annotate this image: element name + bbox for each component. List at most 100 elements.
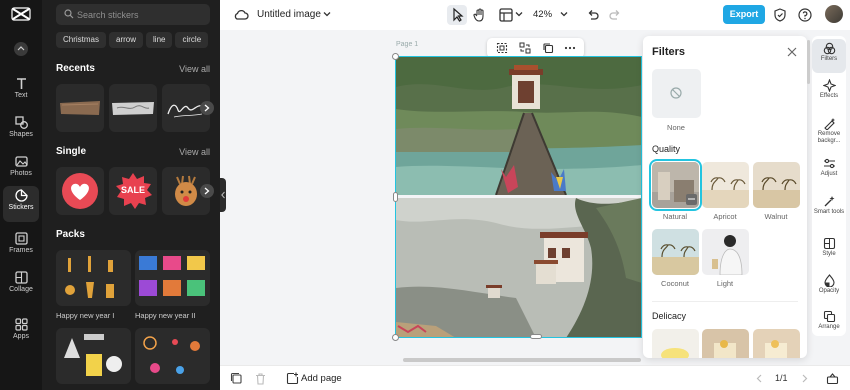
recents-next-button[interactable]: [200, 101, 214, 115]
search-box[interactable]: [56, 4, 210, 25]
avatar[interactable]: [825, 5, 843, 23]
export-button[interactable]: Export: [723, 5, 765, 24]
filters-icon: [823, 42, 835, 55]
filter-natural[interactable]: [649, 159, 702, 211]
filter-light[interactable]: [702, 229, 749, 275]
chevron-down-icon[interactable]: [514, 9, 530, 25]
filter-none[interactable]: [652, 69, 701, 118]
chip-line[interactable]: line: [146, 32, 173, 48]
tool-remove-background[interactable]: Remove backgr...: [812, 114, 846, 154]
tool-smart-tools[interactable]: Smart tools: [812, 192, 846, 232]
quality-title: Quality: [652, 144, 681, 154]
tool-label: Filters: [820, 56, 838, 62]
filter-label: Natural: [662, 212, 688, 221]
opacity-icon: [823, 274, 835, 287]
recents-view-all-link[interactable]: View all: [179, 64, 210, 74]
filter-coconut[interactable]: [652, 229, 699, 275]
bridge-photo[interactable]: [396, 57, 642, 195]
add-page-icon[interactable]: [286, 372, 299, 385]
more-options-icon[interactable]: [564, 42, 576, 54]
cloud-icon[interactable]: [233, 7, 249, 23]
tool-effects[interactable]: Effects: [812, 76, 846, 110]
monastery-photo[interactable]: [396, 198, 642, 338]
sticker-recent-2[interactable]: [109, 84, 157, 132]
tool-adjust[interactable]: Adjust: [812, 154, 846, 188]
undo-icon[interactable]: [585, 7, 601, 23]
capcut-logo-icon[interactable]: [11, 6, 31, 22]
pack-happy-new-year-2[interactable]: [135, 250, 210, 306]
search-input[interactable]: [77, 7, 205, 22]
chevron-down-icon[interactable]: [322, 9, 338, 25]
sale-text: SALE: [120, 185, 145, 195]
left-rail: Text Shapes Photos Stickers Frames Colla…: [0, 0, 42, 390]
search-icon: [64, 9, 74, 19]
panel-collapse-handle[interactable]: [220, 178, 226, 212]
rail-item-label: Apps: [13, 333, 29, 340]
collapse-button[interactable]: [14, 42, 28, 56]
pack-party-2[interactable]: [135, 328, 210, 384]
resize-handle-left[interactable]: [393, 192, 398, 202]
tool-filters[interactable]: Filters: [812, 39, 846, 73]
chevron-up-icon[interactable]: [753, 372, 766, 385]
page-thumbnail-icon[interactable]: [230, 372, 243, 385]
pack-happy-new-year-1[interactable]: [56, 250, 131, 306]
sticker-heart[interactable]: [56, 167, 104, 215]
remove-background-icon: [823, 118, 835, 130]
help-icon[interactable]: [797, 7, 813, 23]
tool-style[interactable]: Style: [812, 234, 846, 268]
resize-handle-bl[interactable]: [392, 334, 399, 341]
add-page-button[interactable]: Add page: [301, 373, 342, 384]
rail-item-frames[interactable]: Frames: [3, 229, 39, 263]
document-title[interactable]: Untitled image: [257, 9, 321, 20]
filter-delicacy-2[interactable]: [702, 329, 749, 358]
tool-label: Effects: [819, 93, 839, 99]
crop-icon[interactable]: [496, 42, 508, 54]
horizontal-scrollbar[interactable]: [403, 358, 641, 362]
smart-tools-icon: [824, 196, 834, 207]
filters-scrollbar[interactable]: [807, 40, 810, 84]
page-label: Page 1: [396, 41, 419, 48]
tag-chips: Christmas arrow line circle: [56, 32, 220, 49]
filter-apricot[interactable]: [702, 162, 749, 208]
divider: [652, 301, 798, 302]
chevron-down-icon[interactable]: [559, 9, 575, 25]
rail-item-photos[interactable]: Photos: [3, 152, 39, 186]
resize-handle-bottom[interactable]: [530, 334, 542, 339]
zoom-level[interactable]: 42%: [533, 9, 552, 20]
replace-icon[interactable]: [519, 42, 531, 54]
filter-delicacy-1[interactable]: [652, 329, 699, 358]
pack-party-1[interactable]: [56, 328, 131, 384]
chip-circle[interactable]: circle: [175, 32, 209, 48]
layout-icon[interactable]: [498, 7, 514, 23]
rail-item-stickers[interactable]: Stickers: [3, 186, 39, 222]
pages-panel-icon[interactable]: [826, 372, 839, 385]
single-next-button[interactable]: [200, 184, 214, 198]
sticker-recent-1[interactable]: [56, 84, 104, 132]
filter-delicacy-3[interactable]: [753, 329, 800, 358]
redo-icon[interactable]: [607, 7, 623, 23]
duplicate-icon[interactable]: [542, 42, 554, 54]
resize-handle-tl[interactable]: [392, 53, 399, 60]
delicacy-title: Delicacy: [652, 311, 687, 321]
chip-christmas[interactable]: Christmas: [56, 32, 107, 48]
rail-item-text[interactable]: Text: [3, 74, 39, 108]
single-view-all-link[interactable]: View all: [179, 147, 210, 157]
tool-opacity[interactable]: Opacity: [812, 271, 846, 305]
chevron-right-icon: [204, 187, 210, 195]
select-tool-button[interactable]: [447, 5, 467, 25]
chip-arrow[interactable]: arrow: [109, 32, 144, 48]
shield-icon[interactable]: [772, 7, 788, 23]
hand-icon[interactable]: [472, 7, 488, 23]
chevron-down-icon[interactable]: [798, 372, 811, 385]
frames-icon: [14, 232, 28, 245]
rail-item-apps[interactable]: Apps: [3, 315, 39, 349]
trash-icon[interactable]: [254, 372, 267, 385]
stickers-panel: Christmasarrowlinecircle Recents View al…: [42, 0, 220, 390]
tool-arrange[interactable]: Arrange: [812, 307, 846, 341]
close-icon[interactable]: [786, 46, 798, 58]
filter-walnut[interactable]: [753, 162, 800, 208]
tool-label: Opacity: [818, 288, 840, 294]
rail-item-collage[interactable]: Collage: [3, 268, 39, 302]
sticker-sale[interactable]: SALE: [109, 167, 157, 215]
rail-item-shapes[interactable]: Shapes: [3, 113, 39, 147]
